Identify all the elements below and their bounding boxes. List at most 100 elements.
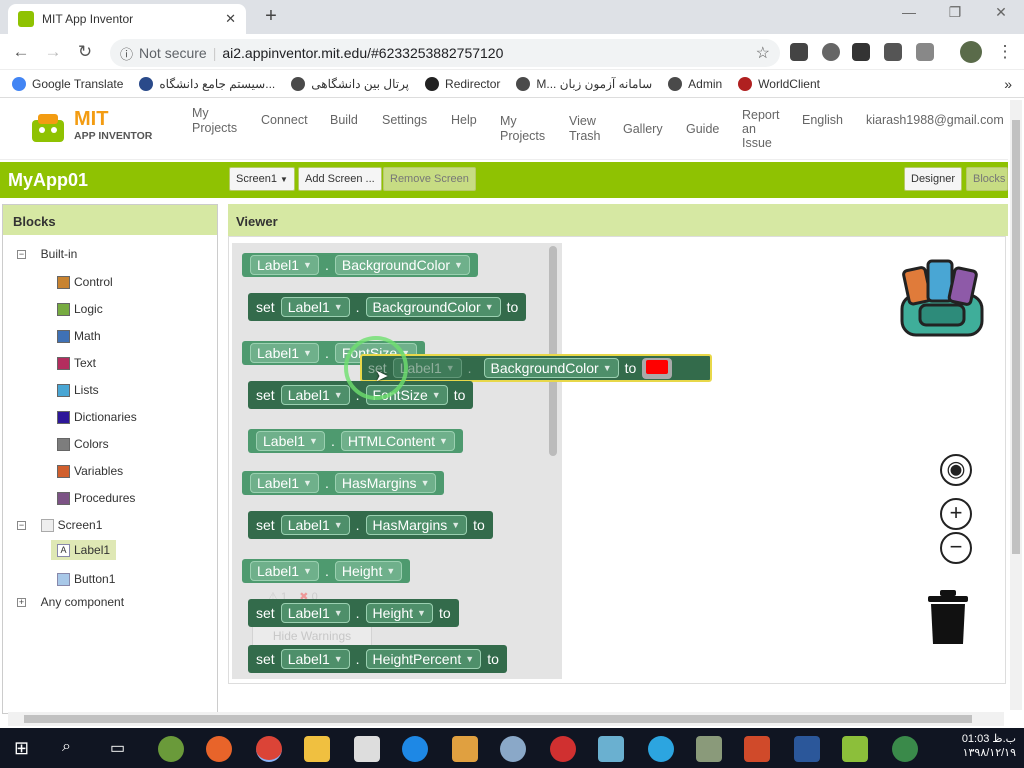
nav-view-trash[interactable]: View Trash: [569, 114, 601, 144]
category-math[interactable]: Math: [57, 329, 101, 343]
info-icon[interactable]: ⓘ: [120, 44, 133, 63]
extension-icon[interactable]: [790, 43, 808, 61]
notes-icon[interactable]: [598, 736, 624, 762]
app-inventor-taskbar-icon[interactable]: [158, 736, 184, 762]
designer-button[interactable]: Designer: [904, 167, 963, 191]
browser-tab[interactable]: MIT App Inventor ✕: [8, 4, 246, 34]
tree-any-component[interactable]: + Any component: [17, 595, 124, 609]
nav-language[interactable]: English: [802, 113, 843, 128]
app-inventor-logo[interactable]: MIT APP INVENTOR: [28, 108, 158, 148]
new-tab-icon[interactable]: +: [260, 6, 282, 28]
component-dropdown[interactable]: Label1 ▼: [250, 473, 319, 493]
scrollbar-thumb[interactable]: [24, 715, 972, 723]
flyout-scrollbar[interactable]: [549, 246, 557, 456]
backpack-icon[interactable]: [896, 255, 988, 339]
word-icon[interactable]: [794, 736, 820, 762]
nav-my-projects[interactable]: My Projects: [500, 114, 545, 144]
task-view-icon[interactable]: ▭: [110, 738, 125, 758]
nav-settings[interactable]: Settings: [382, 113, 427, 128]
bookmark-item[interactable]: WorldClient: [738, 76, 820, 91]
profile-avatar[interactable]: [960, 41, 982, 63]
category-lists[interactable]: Lists: [57, 383, 99, 397]
tree-screen1[interactable]: − Screen1: [17, 518, 102, 532]
add-screen-button[interactable]: Add Screen ...: [298, 167, 382, 191]
property-dropdown[interactable]: BackgroundColor ▼: [365, 297, 501, 317]
extension-icon[interactable]: [852, 43, 870, 61]
minimize-icon[interactable]: —: [894, 4, 924, 26]
component-dropdown[interactable]: Label1 ▼: [250, 561, 319, 581]
calculator-icon[interactable]: [354, 736, 380, 762]
nav-report-issue[interactable]: Report an Issue: [742, 108, 780, 150]
component-dropdown[interactable]: Label1 ▼: [256, 431, 325, 451]
property-dropdown[interactable]: Height ▼: [334, 561, 403, 581]
screen-select[interactable]: Screen1 ▼: [229, 167, 295, 191]
category-variables[interactable]: Variables: [57, 464, 123, 478]
android-icon[interactable]: [842, 736, 868, 762]
getter-block-backgroundcolor[interactable]: Label1 ▼ . BackgroundColor ▼: [242, 253, 478, 277]
nav-connect[interactable]: Connect: [261, 113, 308, 128]
bookmark-item[interactable]: Admin: [668, 76, 722, 91]
firefox-icon[interactable]: [206, 736, 232, 762]
chrome-icon[interactable]: [256, 736, 282, 762]
nav-gallery[interactable]: Gallery: [623, 122, 663, 137]
component-button1[interactable]: Button1: [57, 572, 115, 586]
category-procedures[interactable]: Procedures: [57, 491, 135, 505]
category-logic[interactable]: Logic: [57, 302, 103, 316]
extension-icon[interactable]: [822, 43, 840, 61]
nav-my-projects-menu[interactable]: My Projects: [192, 106, 237, 136]
zoom-out-icon[interactable]: −: [940, 532, 972, 564]
recenter-icon[interactable]: ◉: [940, 454, 972, 486]
recorder-icon[interactable]: [550, 736, 576, 762]
remove-screen-button[interactable]: Remove Screen: [383, 167, 476, 191]
getter-block-htmlcontent[interactable]: Label1 ▼ . HTMLContent ▼: [248, 429, 463, 453]
close-tab-icon[interactable]: ✕: [225, 11, 236, 27]
setter-block-backgroundcolor[interactable]: set Label1 ▼ . BackgroundColor ▼ to: [248, 293, 527, 321]
window-close-icon[interactable]: ✕: [986, 4, 1016, 26]
expand-icon[interactable]: +: [17, 597, 26, 607]
property-dropdown[interactable]: HTMLContent ▼: [340, 431, 455, 451]
component-dropdown[interactable]: Label1 ▼: [250, 255, 319, 275]
getter-block-height[interactable]: Label1 ▼ . Height ▼: [242, 559, 411, 583]
bookmark-item[interactable]: Google Translate: [12, 76, 123, 91]
category-control[interactable]: Control: [57, 275, 113, 289]
collapse-icon[interactable]: −: [17, 249, 26, 259]
extension-icon[interactable]: [916, 43, 934, 61]
extension-icon[interactable]: [884, 43, 902, 61]
bookmark-item[interactable]: پرتال بین دانشگاهی: [291, 76, 409, 91]
zoom-in-icon[interactable]: +: [940, 498, 972, 530]
component-dropdown[interactable]: Label1 ▼: [280, 649, 350, 669]
trash-icon[interactable]: [926, 588, 970, 646]
property-dropdown[interactable]: HeightPercent ▼: [365, 649, 482, 669]
search-icon[interactable]: ⌕: [62, 738, 71, 756]
bookmark-item[interactable]: M... سامانه آزمون زبان: [516, 76, 652, 91]
category-dictionaries[interactable]: Dictionaries: [57, 410, 137, 424]
setter-block-height[interactable]: set Label1 ▼ . Height ▼ to: [248, 599, 459, 627]
nav-help[interactable]: Help: [451, 113, 477, 128]
component-dropdown[interactable]: Label1 ▼: [280, 515, 350, 535]
category-text[interactable]: Text: [57, 356, 96, 370]
windows-start-icon[interactable]: ⊞: [14, 738, 29, 759]
back-icon[interactable]: ←: [10, 42, 32, 64]
reload-icon[interactable]: ↻: [74, 42, 96, 64]
network-tool-icon[interactable]: [696, 736, 722, 762]
edge-icon[interactable]: [402, 736, 428, 762]
restore-icon[interactable]: ❐: [940, 4, 970, 26]
component-dropdown[interactable]: Label1 ▼: [280, 385, 350, 405]
getter-block-hasmargins[interactable]: Label1 ▼ . HasMargins ▼: [242, 471, 445, 495]
powerpoint-icon[interactable]: [744, 736, 770, 762]
component-label1[interactable]: A Label1: [51, 540, 117, 560]
setter-block-heightpercent[interactable]: set Label1 ▼ . HeightPercent ▼ to: [248, 645, 507, 673]
scrollbar-thumb[interactable]: [1012, 120, 1020, 554]
bookmark-star-icon[interactable]: ☆: [756, 43, 770, 63]
nav-build[interactable]: Build: [330, 113, 358, 128]
collapse-icon[interactable]: −: [17, 520, 26, 530]
tree-built-in[interactable]: − Built-in: [17, 247, 77, 261]
hide-warnings-button[interactable]: Hide Warnings: [252, 626, 372, 646]
taskbar-clock[interactable]: 01:03 ب.ظ ۱۳۹۸/۱۲/۱۹: [962, 732, 1016, 760]
property-dropdown[interactable]: Height ▼: [365, 603, 433, 623]
component-dropdown[interactable]: Label1 ▼: [280, 297, 350, 317]
property-dropdown[interactable]: HasMargins ▼: [365, 515, 468, 535]
paint-icon[interactable]: [500, 736, 526, 762]
address-bar[interactable]: ⓘ Not secure | ai2.appinventor.mit.edu/#…: [110, 39, 780, 67]
component-dropdown[interactable]: Label1 ▼: [250, 343, 319, 363]
